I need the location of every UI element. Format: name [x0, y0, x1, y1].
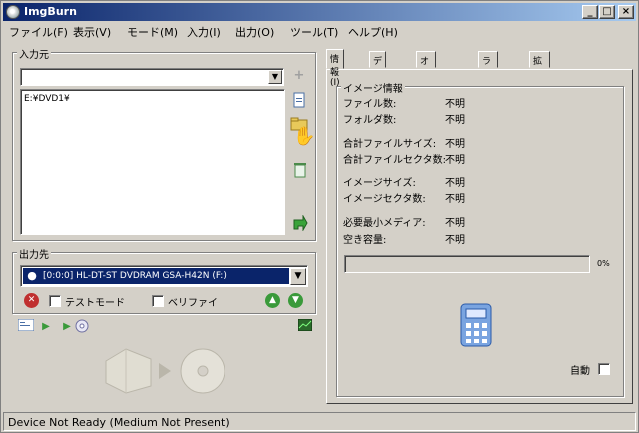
input-group-label: 入力元 — [17, 46, 51, 61]
info-label: イメージサイズ: — [343, 178, 416, 189]
play-small-icon[interactable]: ▶ — [38, 319, 54, 335]
build-button[interactable] — [101, 341, 226, 401]
tab-device[interactable]: デバイス — [369, 51, 387, 106]
info-value: 不明 — [445, 139, 465, 150]
drive-select[interactable]: [0:0:0] HL-DT-ST DVDRAM GSA-H42N (F:) ● … — [20, 265, 308, 287]
info-label: フォルダ数: — [343, 115, 397, 126]
test-mode-checkbox[interactable] — [49, 295, 61, 307]
chevron-down-icon[interactable]: ▼ — [268, 70, 282, 84]
app-disc-icon[interactable] — [6, 5, 20, 19]
info-value: 不明 — [445, 99, 465, 110]
speed-up-icon[interactable]: ▲ — [265, 293, 280, 308]
title-bar[interactable]: ImgBurn _ □ × — [3, 3, 636, 21]
tab-advanced[interactable]: 拡張(A) — [529, 51, 551, 90]
progress-bar — [344, 255, 590, 273]
menu-bar: ファイル(F) 表示(V) モード(M) 入力(I) 出力(O) ツール(T) … — [3, 22, 636, 40]
output-group-label: 出力先 — [17, 246, 51, 261]
menu-tools[interactable]: ツール(T) — [290, 24, 338, 40]
info-label: 空き容量: — [343, 235, 387, 246]
info-label: イメージセクタ数: — [343, 194, 426, 205]
status-text: Device Not Ready (Medium Not Present) — [8, 416, 230, 429]
browse-file-icon[interactable] — [291, 92, 307, 108]
drive-icon: ● — [27, 269, 37, 282]
menu-input[interactable]: 入力(I) — [187, 24, 221, 40]
list-item[interactable]: E:¥DVD1¥ — [24, 94, 70, 104]
status-bar: Device Not Ready (Medium Not Present) — [3, 412, 636, 431]
tab-options[interactable]: オプション(P) — [416, 51, 437, 129]
verify-checkbox[interactable] — [152, 295, 164, 307]
auto-checkbox[interactable] — [598, 363, 610, 375]
menu-view[interactable]: 表示(V) — [73, 24, 111, 40]
test-mode-label: テストモード — [65, 298, 125, 309]
info-value: 不明 — [445, 115, 465, 126]
info-value: 不明 — [445, 218, 465, 229]
menu-mode[interactable]: モード(M) — [127, 24, 178, 40]
tab-labels[interactable]: ラベル(L) — [478, 51, 499, 103]
image-info-label: イメージ情報 — [341, 80, 405, 95]
chevron-down-icon[interactable]: ▼ — [290, 268, 306, 285]
info-label: 合計ファイルサイズ: — [343, 139, 437, 150]
menu-help[interactable]: ヘルプ(H) — [348, 24, 398, 40]
erase-icon[interactable]: ✕ — [24, 293, 39, 308]
minimize-button[interactable]: _ — [582, 5, 598, 19]
calculator-icon[interactable] — [457, 302, 497, 350]
speed-down-icon[interactable]: ▼ — [288, 293, 303, 308]
input-combo[interactable]: ▼ — [20, 68, 284, 86]
tab-info[interactable]: 情報(I) — [326, 49, 344, 88]
source-file-list[interactable]: E:¥DVD1¥ — [20, 89, 285, 235]
play-small-icon[interactable]: ▶ — [59, 319, 75, 335]
info-label: ファイル数: — [343, 99, 397, 110]
verify-label: ベリファイ — [168, 298, 218, 309]
disc-small-icon[interactable] — [74, 319, 90, 335]
auto-label: 自動 — [570, 366, 590, 377]
window-title: ImgBurn — [24, 5, 77, 18]
close-button[interactable]: × — [618, 5, 634, 19]
info-value: 不明 — [445, 194, 465, 205]
add-icon[interactable]: + — [291, 68, 307, 84]
graph-icon[interactable] — [297, 318, 313, 335]
hand-cursor-icon: ✋ — [293, 126, 316, 147]
progress-percent: 0% — [597, 259, 610, 268]
arrow-green-icon[interactable] — [292, 214, 308, 232]
info-panel: イメージ情報 ファイル数: 不明 フォルダ数: 不明 合計ファイルサイズ: 不明… — [326, 69, 633, 404]
info-label: 必要最小メディア: — [343, 218, 426, 229]
info-value: 不明 — [445, 155, 465, 166]
info-label: 合計ファイルセクタ数: — [343, 155, 446, 166]
drive-selected-value: [0:0:0] HL-DT-ST DVDRAM GSA-H42N (F:) — [23, 268, 289, 284]
info-value: 不明 — [445, 235, 465, 246]
menu-output[interactable]: 出力(O) — [235, 24, 274, 40]
log-icon[interactable] — [17, 318, 35, 335]
recycle-icon[interactable] — [292, 162, 308, 178]
maximize-button[interactable]: □ — [599, 5, 615, 19]
menu-file[interactable]: ファイル(F) — [9, 24, 68, 40]
main-window: ImgBurn _ □ × ファイル(F) 表示(V) モード(M) 入力(I)… — [0, 0, 639, 433]
info-value: 不明 — [445, 178, 465, 189]
